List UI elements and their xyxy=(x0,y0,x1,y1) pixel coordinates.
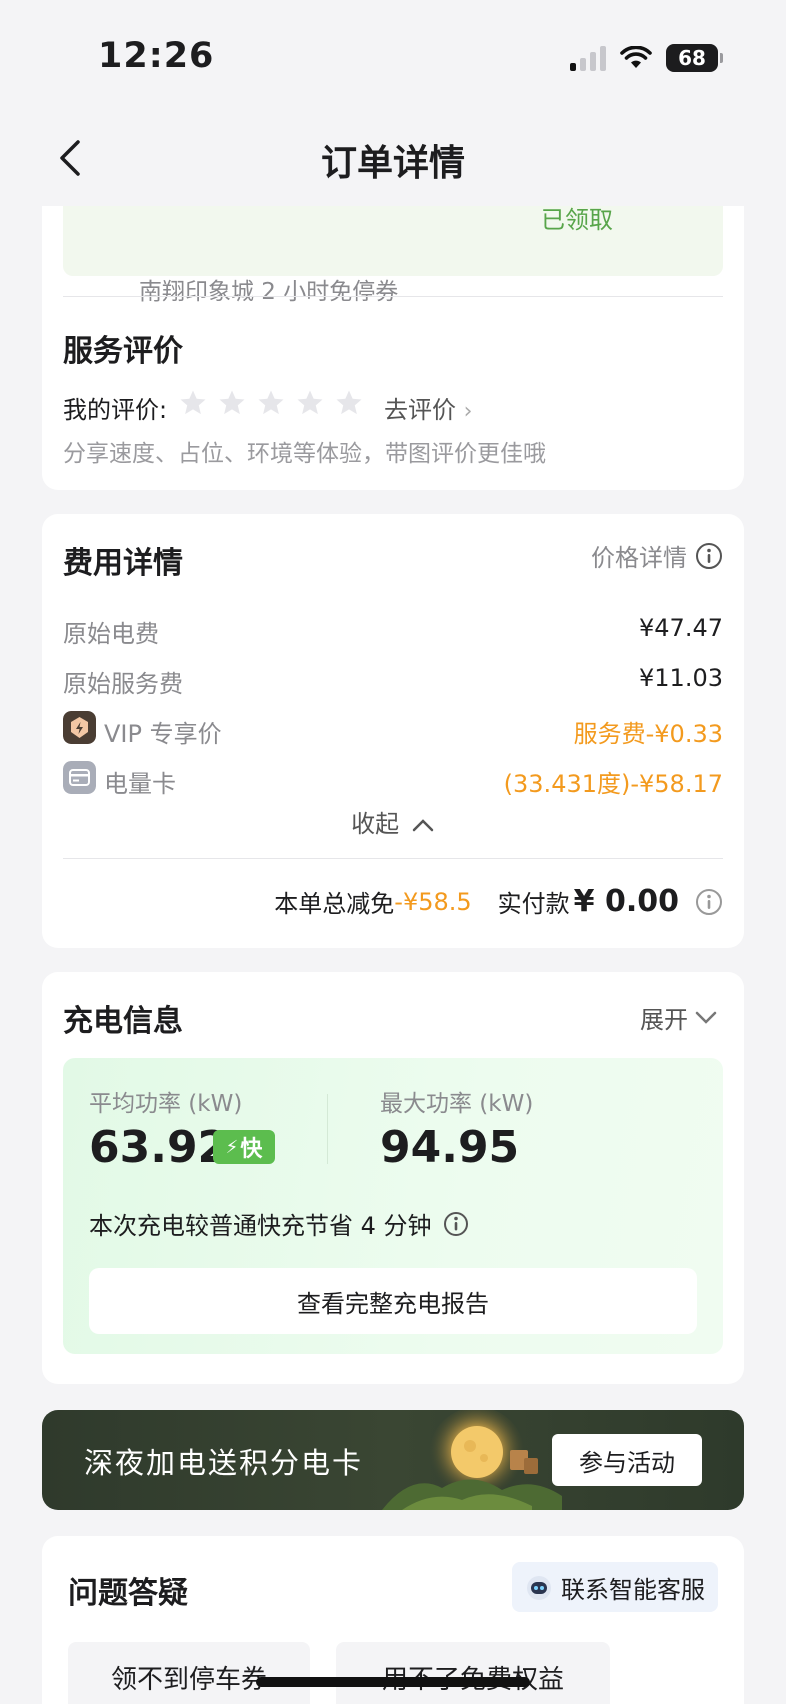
payment-summary: 本单总减免 -¥58.5 实付款 ¥ 0.00 xyxy=(274,884,723,919)
contact-support-button[interactable]: 联系智能客服 xyxy=(512,1562,718,1612)
rating-section-title: 服务评价 xyxy=(63,334,183,369)
home-indicator xyxy=(256,1677,530,1687)
collapse-button[interactable]: 收起 xyxy=(42,804,744,839)
status-time: 12:26 xyxy=(98,36,215,76)
energy-card-icon xyxy=(63,761,96,794)
total-discount-value: -¥58.5 xyxy=(394,887,472,916)
fee-value-vip: 服务费-¥0.33 xyxy=(573,720,723,748)
fee-label-electricity: 原始电费 xyxy=(63,620,159,648)
charging-stats-panel: 平均功率 (kW) 63.92 ⚡ 快 最大功率 (kW) 94.95 本次充电… xyxy=(63,1058,723,1354)
star-icon[interactable] xyxy=(217,388,247,418)
nav-bar: 订单详情 xyxy=(0,100,786,206)
star-icon[interactable] xyxy=(334,388,364,418)
lightning-icon: ⚡ xyxy=(225,1136,239,1158)
price-detail-label: 价格详情 xyxy=(591,544,687,572)
chevron-right-icon: › xyxy=(463,399,473,424)
fee-details-card: 费用详情 价格详情 原始电费 ¥47.47 原始服务费 ¥11.03 VIP 专… xyxy=(42,514,744,948)
time-saved-text: 本次充电较普通快充节省 4 分钟 xyxy=(89,1212,432,1240)
promo-banner[interactable]: 深夜加电送积分电卡 参与活动 xyxy=(42,1410,744,1510)
moon-illustration xyxy=(382,1410,562,1510)
star-rating[interactable] xyxy=(178,388,364,418)
status-bar: 12:26 68 xyxy=(0,0,786,100)
coupon-text: 南翔印象城 2 小时免停券 xyxy=(139,279,399,305)
star-icon[interactable] xyxy=(256,388,286,418)
max-power-label: 最大功率 (kW) xyxy=(380,1091,534,1117)
fee-value-electricity: ¥47.47 xyxy=(639,614,723,642)
status-icons: 68 xyxy=(570,44,723,72)
fee-label-energy-card: 电量卡 xyxy=(104,770,176,798)
rating-hint: 分享速度、占位、环境等体验，带图评价更佳哦 xyxy=(63,441,546,467)
vip-badge-icon xyxy=(63,711,96,744)
fee-value-energy-card: (33.431度)-¥58.17 xyxy=(503,770,723,798)
my-rating-label: 我的评价: xyxy=(63,396,168,424)
faq-section-title: 问题答疑 xyxy=(68,1576,188,1611)
avg-power-value: 63.92 xyxy=(89,1122,229,1173)
star-icon[interactable] xyxy=(295,388,325,418)
paid-label: 实付款 xyxy=(497,890,570,918)
expand-button[interactable]: 展开 xyxy=(640,1000,718,1035)
fee-section-title: 费用详情 xyxy=(63,546,183,581)
time-saved-note: 本次充电较普通快充节省 4 分钟 xyxy=(89,1206,470,1241)
info-icon[interactable] xyxy=(442,1210,470,1238)
fee-value-service: ¥11.03 xyxy=(639,664,723,692)
avg-power-label: 平均功率 (kW) xyxy=(89,1091,243,1117)
info-icon[interactable] xyxy=(695,888,723,916)
fee-label-service: 原始服务费 xyxy=(63,670,183,698)
price-detail-link[interactable]: 价格详情 xyxy=(591,538,723,573)
fee-label-vip: VIP 专享价 xyxy=(104,720,222,748)
join-activity-button[interactable]: 参与活动 xyxy=(552,1434,702,1486)
paid-amount: ¥ 0.00 xyxy=(573,884,679,919)
promo-text: 深夜加电送积分电卡 xyxy=(84,1446,364,1480)
divider xyxy=(63,296,723,297)
expand-label: 展开 xyxy=(640,1006,688,1034)
fast-charge-label: 快 xyxy=(240,1137,263,1162)
info-icon xyxy=(696,542,722,569)
view-report-button[interactable]: 查看完整充电报告 xyxy=(89,1268,697,1334)
contact-support-label: 联系智能客服 xyxy=(561,1575,705,1604)
go-rate-link[interactable]: 去评价 › xyxy=(384,390,472,425)
divider xyxy=(63,858,723,859)
chevron-up-icon xyxy=(412,819,434,832)
faq-chip-parking[interactable]: 领不到停车券 xyxy=(68,1642,310,1704)
total-discount-label: 本单总减免 xyxy=(274,890,395,918)
max-power-value: 94.95 xyxy=(380,1122,520,1173)
wifi-icon xyxy=(620,46,652,68)
star-icon[interactable] xyxy=(178,388,208,418)
battery-icon: 68 xyxy=(666,44,723,72)
chevron-down-icon xyxy=(695,1011,717,1024)
cellular-signal-icon xyxy=(570,45,606,71)
collapse-label: 收起 xyxy=(351,810,400,838)
fast-charge-badge: ⚡ 快 xyxy=(213,1130,275,1164)
robot-icon xyxy=(527,1576,551,1600)
faq-chip-benefits[interactable]: 用不了免费权益 xyxy=(336,1642,610,1704)
page-title: 订单详情 xyxy=(320,143,465,184)
parking-coupon[interactable]: 南翔印象城 2 小时免停券 已领取 xyxy=(63,206,723,305)
go-rate-label: 去评价 xyxy=(384,396,456,424)
charging-section-title: 充电信息 xyxy=(63,1004,183,1039)
divider xyxy=(327,1094,328,1164)
charging-info-card: 充电信息 展开 平均功率 (kW) 63.92 ⚡ 快 最大功率 (kW) 94… xyxy=(42,972,744,1384)
